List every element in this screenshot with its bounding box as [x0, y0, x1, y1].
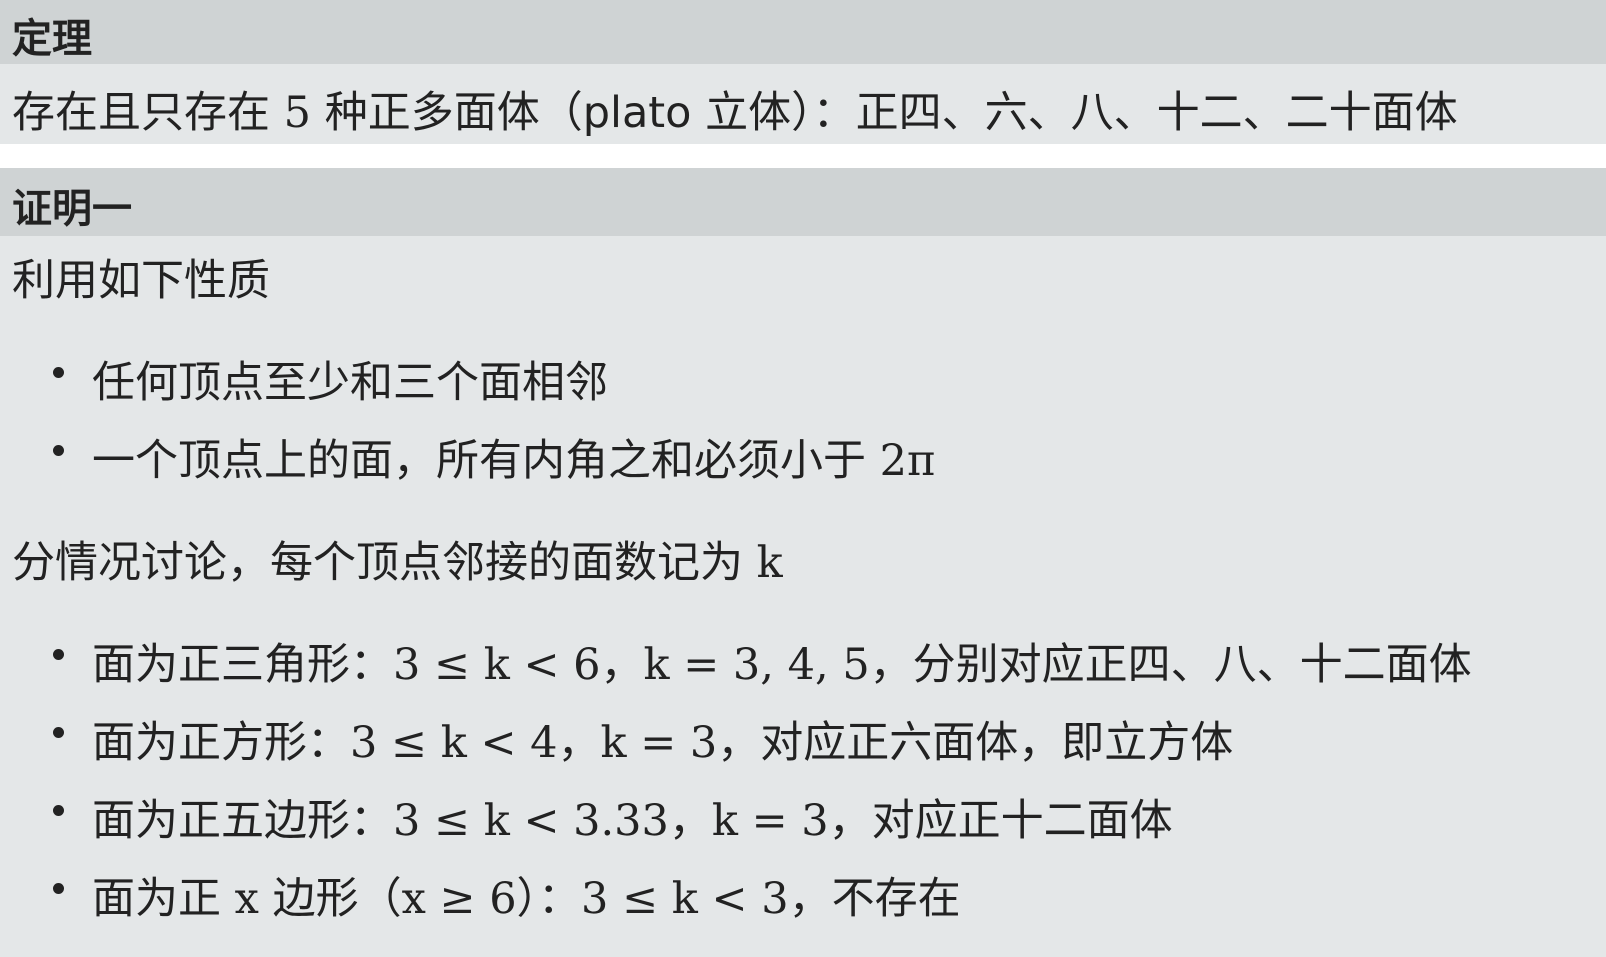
property-bullet — [48, 362, 70, 384]
case-item: 面为正方形：3 ≤ k < 4，k = 3，对应正六面体，即立方体 — [92, 718, 1234, 768]
theorem-title: 定理 — [12, 16, 92, 62]
theorem-text-suffix: 立体）：正四、六、八、十二、二十面体 — [691, 88, 1458, 138]
proof-block: 证明一 利用如下性质 任何顶点至少和三个面相邻 一个顶点上的面，所有内角之和必须… — [0, 168, 1606, 957]
theorem-text-plato: plato — [582, 88, 692, 138]
cases-intro: 分情况讨论，每个顶点邻接的面数记为 k — [12, 538, 783, 588]
property-bullet — [48, 440, 70, 462]
theorem-statement: 存在且只存在 5 种正多面体（plato 立体）：正四、六、八、十二、二十面体 — [12, 78, 1458, 140]
theorem-header: 定理 — [0, 0, 1606, 64]
theorem-body: 存在且只存在 5 种正多面体（plato 立体）：正四、六、八、十二、二十面体 — [0, 64, 1606, 144]
case-bullet — [48, 800, 70, 822]
case-item: 面为正三角形：3 ≤ k < 6，k = 3, 4, 5，分别对应正四、八、十二… — [92, 640, 1472, 690]
property-item: 一个顶点上的面，所有内角之和必须小于 2π — [92, 436, 936, 486]
theorem-block: 定理 存在且只存在 5 种正多面体（plato 立体）：正四、六、八、十二、二十… — [0, 0, 1606, 144]
case-bullet — [48, 878, 70, 900]
theorem-text-prefix: 存在且只存在 5 种正多面体（ — [12, 88, 583, 138]
proof-intro: 利用如下性质 — [12, 256, 270, 306]
case-item: 面为正五边形：3 ≤ k < 3.33，k = 3，对应正十二面体 — [92, 796, 1173, 846]
case-item: 面为正 x 边形（x ≥ 6）：3 ≤ k < 3，不存在 — [92, 874, 961, 924]
proof-title: 证明一 — [12, 186, 132, 232]
property-item: 任何顶点至少和三个面相邻 — [92, 358, 608, 408]
case-bullet — [48, 644, 70, 666]
proof-header: 证明一 — [0, 168, 1606, 236]
case-bullet — [48, 722, 70, 744]
proof-body: 利用如下性质 任何顶点至少和三个面相邻 一个顶点上的面，所有内角之和必须小于 2… — [0, 236, 1606, 957]
